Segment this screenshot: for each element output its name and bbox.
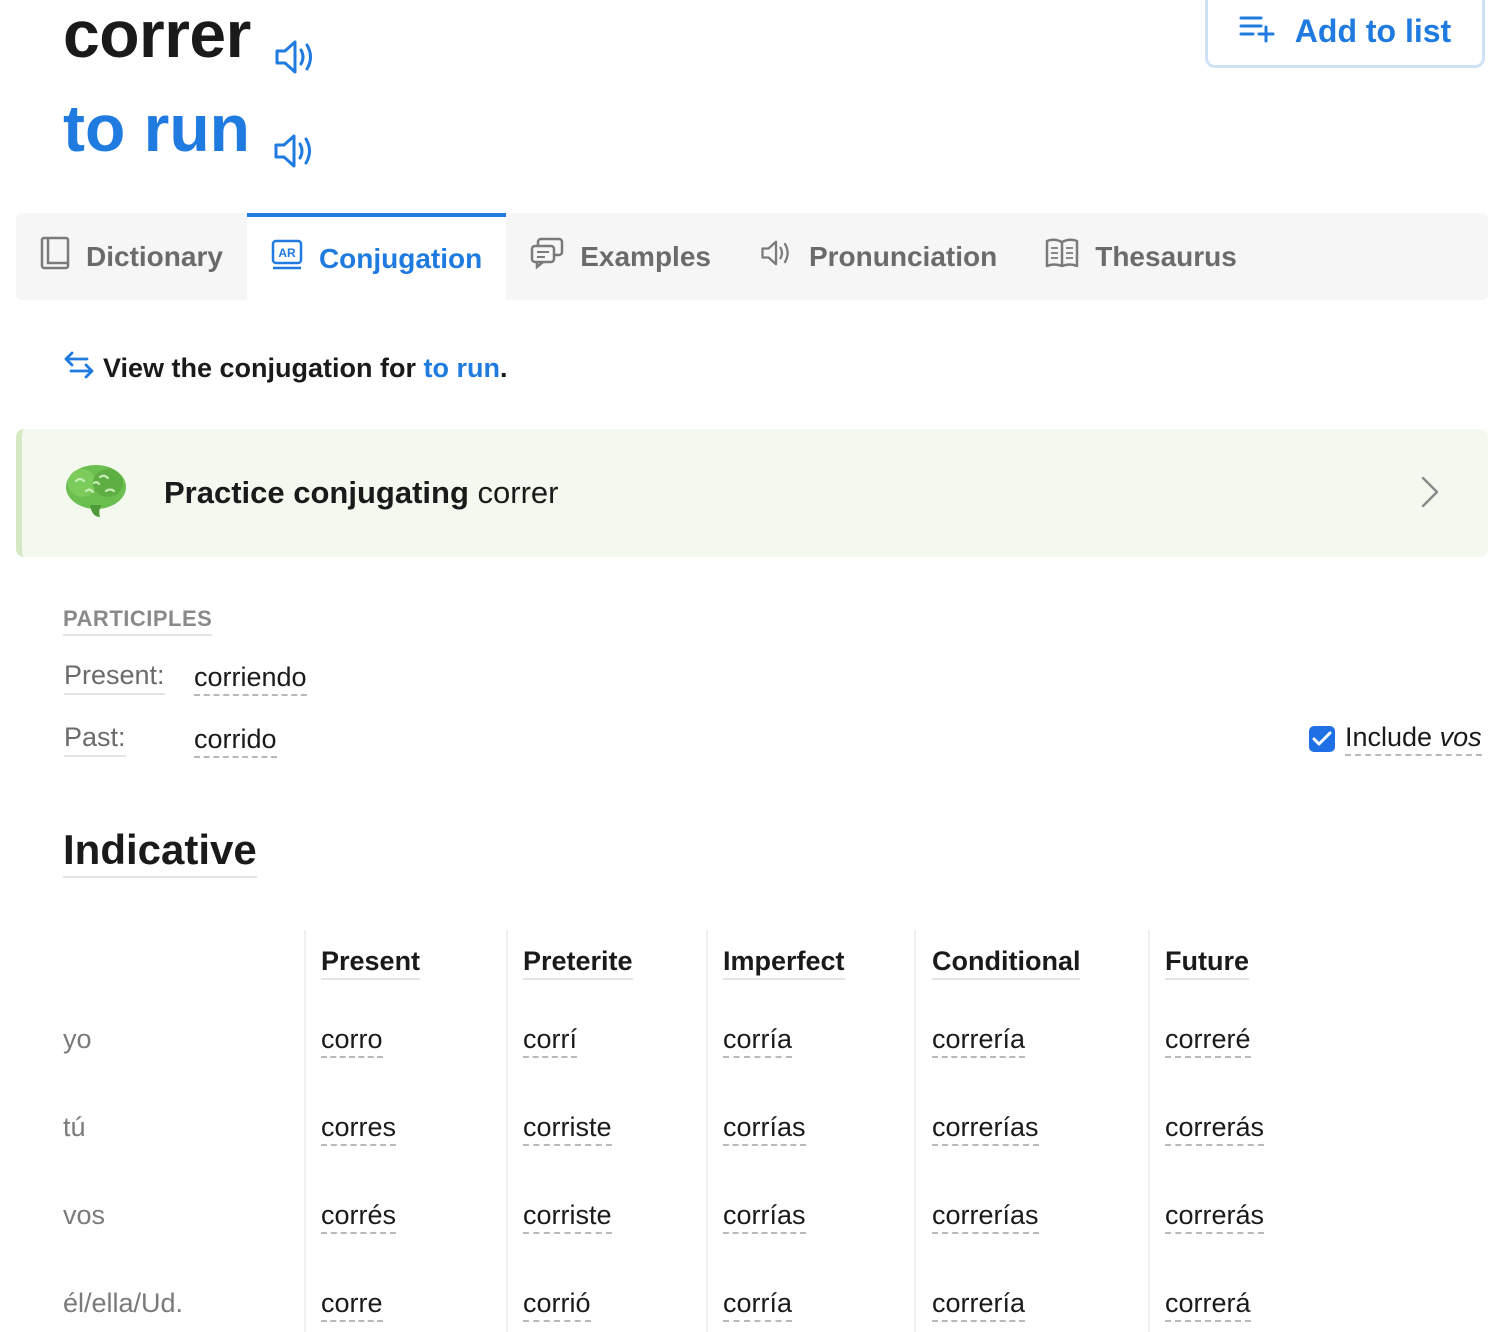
headword: correr <box>63 0 317 74</box>
brain-icon <box>64 461 128 526</box>
table-cell[interactable]: corrió <box>523 1288 591 1322</box>
speaker-icon <box>759 238 793 275</box>
table-cell[interactable]: correrá <box>1165 1288 1251 1322</box>
table-cell[interactable]: corría <box>723 1288 793 1322</box>
chevron-right-icon <box>1420 475 1440 514</box>
tab-label: Examples <box>580 240 711 272</box>
column-divider <box>706 930 708 1332</box>
table-cell[interactable]: correrías <box>932 1200 1039 1234</box>
speech-bubbles-icon <box>530 237 564 276</box>
table-cell[interactable]: corriste <box>523 1112 612 1146</box>
table-cell[interactable]: corriste <box>523 1200 612 1234</box>
past-participle-label: Past: <box>64 722 126 757</box>
open-book-icon <box>1045 237 1079 276</box>
add-to-list-label: Add to list <box>1294 13 1452 49</box>
pronoun-yo: yo <box>63 1024 92 1054</box>
speaker-icon[interactable] <box>272 108 316 168</box>
pronoun-el-ella-ud: él/ella/Ud. <box>63 1288 184 1318</box>
column-header-preterite: Preterite <box>523 946 633 980</box>
practice-bold: Practice conjugating <box>164 475 469 510</box>
column-divider <box>506 930 508 1332</box>
tab-label: Conjugation <box>318 242 483 274</box>
view-conjugation-link[interactable]: to run <box>424 353 500 383</box>
table-cell[interactable]: corrí <box>523 1024 577 1058</box>
table-cell[interactable]: correrás <box>1165 1112 1265 1146</box>
tab-pronunciation[interactable]: Pronunciation <box>735 213 1021 300</box>
svg-text:AR: AR <box>278 246 296 260</box>
practice-verb: correr <box>477 475 559 510</box>
table-cell[interactable]: correrás <box>1165 1200 1265 1234</box>
table-cell[interactable]: corre <box>321 1288 383 1322</box>
practice-conjugating-banner[interactable]: Practice conjugating correr <box>16 429 1488 557</box>
column-header-conditional: Conditional <box>932 946 1081 980</box>
table-cell[interactable]: corría <box>723 1024 793 1058</box>
conjugation-ar-icon: AR <box>271 239 303 278</box>
table-cell[interactable]: corro <box>321 1024 383 1058</box>
translation: to run <box>63 88 316 168</box>
speaker-icon[interactable] <box>273 14 317 74</box>
include-vos-toggle[interactable]: Include vos <box>1309 722 1482 756</box>
table-cell[interactable]: correría <box>932 1288 1026 1322</box>
tab-label: Dictionary <box>86 240 223 272</box>
column-divider <box>914 930 916 1332</box>
table-cell[interactable]: correrías <box>932 1112 1039 1146</box>
table-cell[interactable]: corrías <box>723 1200 806 1234</box>
view-conjugation-link-row: View the conjugation for to run. <box>63 350 508 387</box>
view-conjugation-suffix: . <box>500 353 508 383</box>
column-header-future: Future <box>1165 946 1249 980</box>
headword-text: correr <box>63 0 251 71</box>
tab-label: Pronunciation <box>808 240 998 272</box>
table-cell[interactable]: corres <box>321 1112 397 1146</box>
tab-bar: Dictionary AR Conjugation Examples Pronu… <box>16 213 1488 300</box>
present-participle-label: Present: <box>64 660 165 695</box>
present-participle-value[interactable]: corriendo <box>194 662 307 696</box>
swap-arrows-icon <box>63 350 95 387</box>
table-cell[interactable]: corrías <box>723 1112 806 1146</box>
tab-dictionary[interactable]: Dictionary <box>16 213 247 300</box>
tab-conjugation[interactable]: AR Conjugation <box>246 213 507 300</box>
practice-text: Practice conjugating correr <box>164 475 558 511</box>
table-cell[interactable]: correré <box>1165 1024 1251 1058</box>
pronoun-tu: tú <box>63 1112 86 1142</box>
include-vos-checkbox[interactable] <box>1309 726 1335 752</box>
book-icon <box>40 236 70 277</box>
tab-examples[interactable]: Examples <box>506 213 735 300</box>
playlist-add-icon <box>1239 13 1275 51</box>
tab-thesaurus[interactable]: Thesaurus <box>1021 213 1261 300</box>
column-divider <box>304 930 306 1332</box>
column-header-imperfect: Imperfect <box>723 946 845 980</box>
indicative-title: Indicative <box>63 826 257 878</box>
past-participle-value[interactable]: corrido <box>194 724 277 758</box>
table-cell[interactable]: corrés <box>321 1200 397 1234</box>
tab-label: Thesaurus <box>1095 240 1237 272</box>
pronoun-vos: vos <box>63 1200 106 1230</box>
table-cell[interactable]: correría <box>932 1024 1026 1058</box>
include-vos-label: Include vos <box>1345 722 1482 756</box>
column-header-present: Present <box>321 946 421 980</box>
view-conjugation-prefix: View the conjugation for <box>103 353 424 383</box>
translation-text: to run <box>63 91 250 165</box>
add-to-list-button[interactable]: Add to list <box>1205 0 1485 68</box>
column-divider <box>1148 930 1150 1332</box>
participles-title: PARTICIPLES <box>63 606 213 636</box>
